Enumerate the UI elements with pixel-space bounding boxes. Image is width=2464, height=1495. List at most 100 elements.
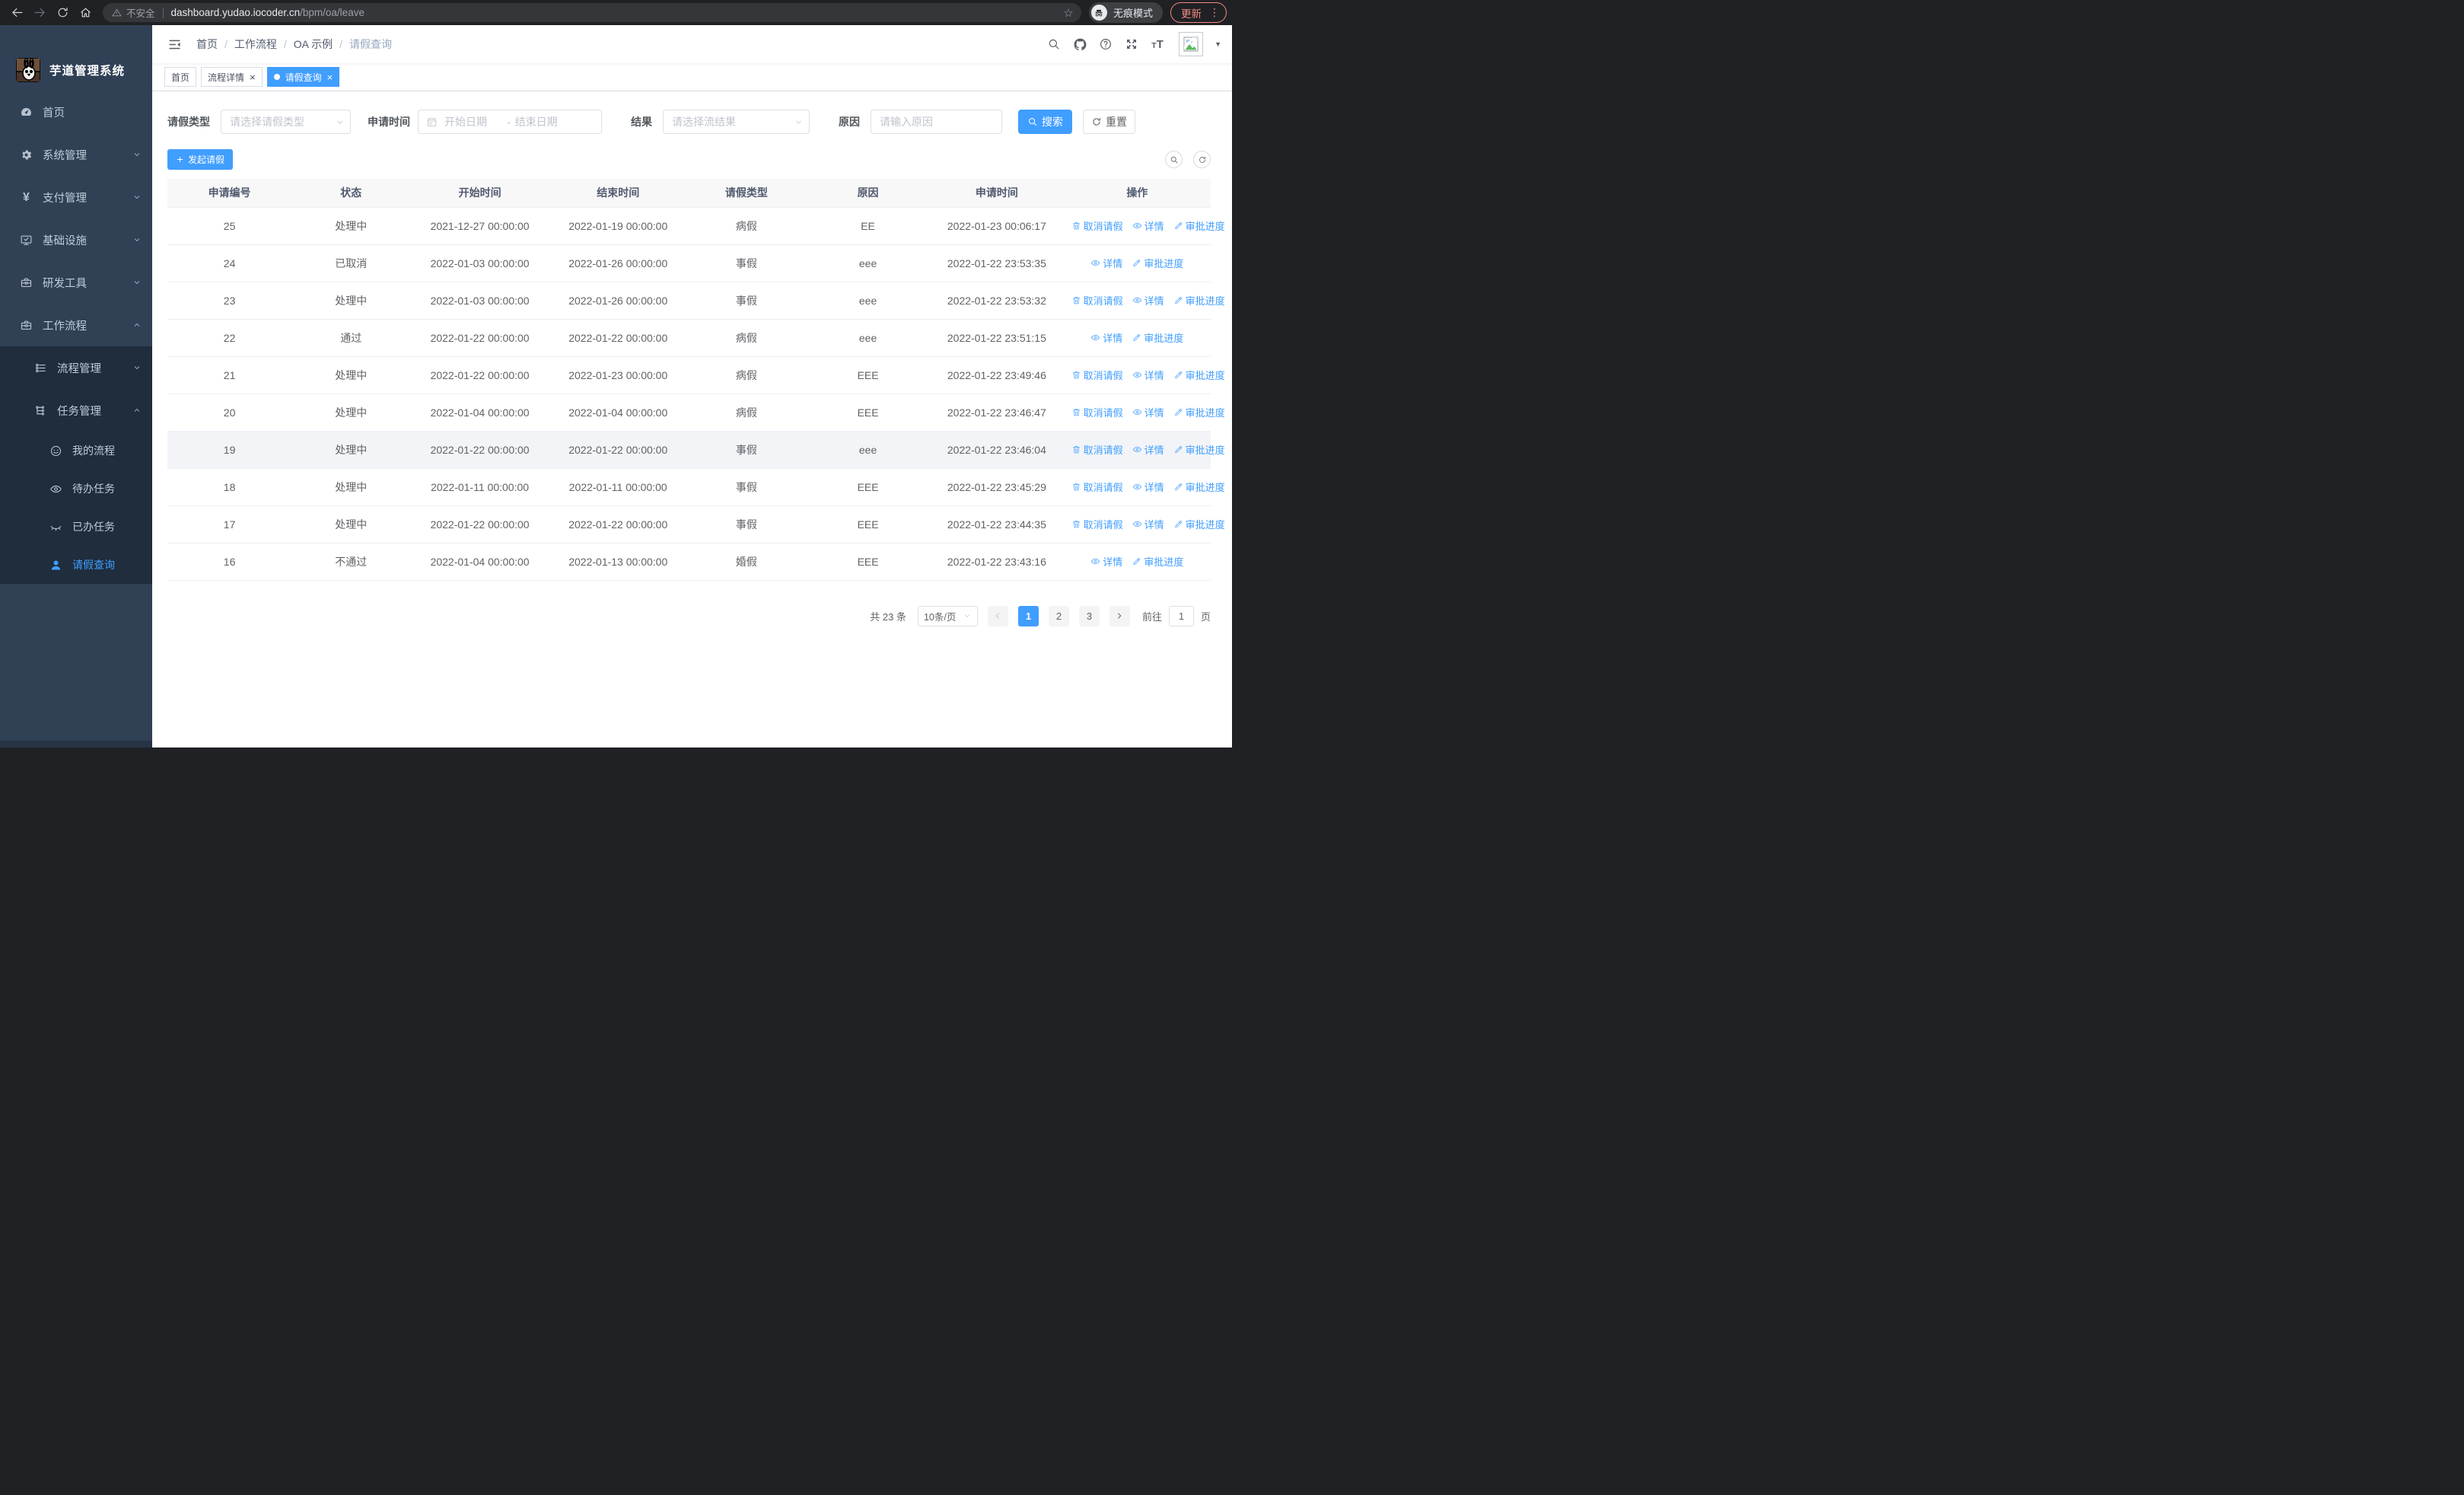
progress-action-link[interactable]: 审批进度 <box>1173 218 1225 233</box>
result-select[interactable]: 请选择流结果 <box>663 110 810 134</box>
active-tab-dot <box>273 74 280 80</box>
table-search-toggle-button[interactable] <box>1165 151 1183 168</box>
font-size-icon[interactable]: TT <box>1148 34 1167 54</box>
header-search-icon[interactable] <box>1044 34 1064 54</box>
home-button[interactable] <box>74 2 97 24</box>
prev-page-button[interactable] <box>987 605 1008 626</box>
browser-menu-dots-icon[interactable]: ⋮ <box>1209 6 1220 19</box>
tab-leave-query[interactable]: 请假查询 × <box>266 67 340 87</box>
bookmark-star-icon[interactable]: ☆ <box>1059 6 1078 20</box>
browser-update-menu[interactable]: 更新 ⋮ <box>1170 2 1227 23</box>
sidebar-item-task-mgmt[interactable]: 任务管理 <box>0 389 152 432</box>
close-icon[interactable]: × <box>250 72 256 82</box>
back-button[interactable] <box>5 2 28 24</box>
sidebar-item-home[interactable]: 首页 <box>0 91 152 133</box>
page-button-2[interactable]: 2 <box>1048 605 1069 626</box>
list-tree-icon <box>34 362 47 375</box>
help-icon[interactable] <box>1096 34 1116 54</box>
cancel-action-link[interactable]: 取消请假 <box>1071 517 1123 531</box>
table-row: 19 处理中 2022-01-22 00:00:00 2022-01-22 00:00… <box>167 431 1225 469</box>
progress-action-link[interactable]: 审批进度 <box>1173 293 1225 308</box>
address-bar[interactable]: 不安全 dashboard.yudao.iocoder.cn/bpm/oa/le… <box>103 3 1081 22</box>
sidebar-item-system[interactable]: 系统管理 <box>0 133 152 176</box>
progress-action-link[interactable]: 审批进度 <box>1173 368 1225 382</box>
result-label: 结果 <box>631 116 652 128</box>
avatar-image-placeholder[interactable] <box>1179 32 1204 56</box>
detail-action-link[interactable]: 详情 <box>1132 368 1164 382</box>
search-button[interactable]: 搜索 <box>1018 110 1072 134</box>
breadcrumb-home[interactable]: 首页 <box>196 37 218 52</box>
detail-action-link[interactable]: 详情 <box>1132 480 1164 494</box>
progress-action-link[interactable]: 审批进度 <box>1132 554 1183 569</box>
column-id: 申请编号 <box>167 179 292 208</box>
page-size-select[interactable]: 10条/页 <box>917 605 978 626</box>
sidebar-item-leave-query[interactable]: 请假查询 <box>0 546 152 584</box>
cancel-action-link[interactable]: 取消请假 <box>1071 442 1123 457</box>
breadcrumb-oa[interactable]: OA 示例 <box>294 37 333 52</box>
sidebar-item-workflow[interactable]: 工作流程 <box>0 304 152 346</box>
progress-action-link[interactable]: 审批进度 <box>1132 330 1183 345</box>
sidebar-item-todo-tasks[interactable]: 待办任务 <box>0 470 152 508</box>
table-row: 21 处理中 2022-01-22 00:00:00 2022-01-23 00:00… <box>167 356 1225 394</box>
leave-type-select[interactable]: 请选择请假类型 <box>221 110 351 134</box>
tab-process-detail[interactable]: 流程详情 × <box>201 67 263 87</box>
cancel-action-link[interactable]: 取消请假 <box>1071 480 1123 494</box>
progress-action-link[interactable]: 审批进度 <box>1173 517 1225 531</box>
sidebar-item-infra[interactable]: 基础设施 <box>0 218 152 261</box>
user-menu-caret-icon[interactable]: ▼ <box>1214 40 1221 48</box>
detail-action-link[interactable]: 详情 <box>1090 256 1122 270</box>
cancel-action-link[interactable]: 取消请假 <box>1071 405 1123 419</box>
fullscreen-icon[interactable] <box>1122 34 1141 54</box>
apply-time-range-picker[interactable]: 开始日期 - 结束日期 <box>418 110 602 134</box>
sidebar-collapse-icon[interactable] <box>164 34 184 54</box>
next-page-button[interactable] <box>1109 605 1130 626</box>
cell-end: 2022-01-19 00:00:00 <box>549 207 687 245</box>
detail-action-link[interactable]: 详情 <box>1090 330 1122 345</box>
progress-action-link[interactable]: 审批进度 <box>1173 442 1225 457</box>
cell-type: 病假 <box>686 356 806 394</box>
github-icon[interactable] <box>1070 34 1090 54</box>
detail-action-link[interactable]: 详情 <box>1132 218 1164 233</box>
detail-action-link[interactable]: 详情 <box>1132 517 1164 531</box>
detail-action-link[interactable]: 详情 <box>1090 554 1122 569</box>
page-button-3[interactable]: 3 <box>1078 605 1100 626</box>
cell-start: 2022-01-11 00:00:00 <box>410 468 549 506</box>
progress-action-link[interactable]: 审批进度 <box>1132 256 1183 270</box>
progress-action-link[interactable]: 审批进度 <box>1173 480 1225 494</box>
cell-id: 19 <box>167 431 292 469</box>
sidebar-item-done-tasks[interactable]: 已办任务 <box>0 508 152 546</box>
goto-page-input[interactable] <box>1168 605 1194 626</box>
detail-action-link[interactable]: 详情 <box>1132 405 1164 419</box>
tab-home[interactable]: 首页 <box>164 67 197 87</box>
page-button-1[interactable]: 1 <box>1017 605 1039 626</box>
app-logo-row[interactable]: 芋道管理系统 <box>0 49 152 91</box>
reset-button[interactable]: 重置 <box>1083 110 1135 134</box>
cancel-action-link[interactable]: 取消请假 <box>1071 218 1123 233</box>
close-icon[interactable]: × <box>327 72 333 82</box>
create-leave-button[interactable]: 发起请假 <box>167 149 234 170</box>
page-unit-label: 页 <box>1200 610 1211 623</box>
table-refresh-button[interactable] <box>1193 151 1211 168</box>
chevron-down-icon <box>132 278 142 287</box>
detail-action-link[interactable]: 详情 <box>1132 293 1164 308</box>
forward-button[interactable] <box>28 2 51 24</box>
table-body: 25 处理中 2021-12-27 00:00:00 2022-01-19 00:00… <box>167 207 1225 581</box>
cancel-action-link[interactable]: 取消请假 <box>1071 368 1123 382</box>
sidebar-item-my-process[interactable]: 我的流程 <box>0 432 152 470</box>
sidebar-item-devtools[interactable]: 研发工具 <box>0 261 152 304</box>
site-security-indicator[interactable]: 不安全 <box>112 5 155 20</box>
detail-action-link[interactable]: 详情 <box>1132 442 1164 457</box>
sidebar-item-process-mgmt[interactable]: 流程管理 <box>0 346 152 389</box>
refresh-icon <box>1091 116 1102 127</box>
breadcrumb-workflow[interactable]: 工作流程 <box>234 37 277 52</box>
cell-id: 18 <box>167 468 292 506</box>
reload-button[interactable] <box>51 2 74 24</box>
progress-action-link[interactable]: 审批进度 <box>1173 405 1225 419</box>
cell-reason: eee <box>806 282 931 320</box>
cancel-action-link[interactable]: 取消请假 <box>1071 293 1123 308</box>
table-row: 18 处理中 2022-01-11 00:00:00 2022-01-11 00:00… <box>167 468 1225 506</box>
chevron-up-icon <box>132 320 142 330</box>
cell-type: 事假 <box>686 282 806 320</box>
reason-input[interactable] <box>871 110 1002 134</box>
sidebar-item-payment[interactable]: ¥ 支付管理 <box>0 176 152 218</box>
